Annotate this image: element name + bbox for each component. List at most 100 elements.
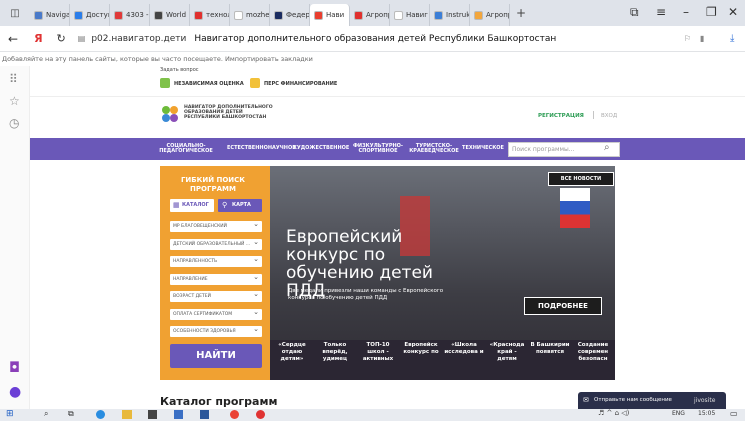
independent-rating-link[interactable]: НЕЗАВИСИМАЯ ОЦЕНКА <box>174 81 244 87</box>
nav-art[interactable]: ХУДОЖЕСТВЕННОЕ <box>293 146 349 151</box>
browser-tab[interactable]: World <box>150 4 190 26</box>
chrome-icon[interactable] <box>230 410 239 419</box>
collections-icon[interactable]: ⧉ <box>630 5 639 20</box>
address-bar: ← Я ↻ ▤ p02.навигатор.дети Навигатор доп… <box>0 26 745 52</box>
more-button[interactable]: ПОДРОБНЕЕ <box>524 297 602 315</box>
separator: | <box>592 110 595 119</box>
calculator-icon[interactable] <box>174 410 183 419</box>
browser-tab[interactable]: Нави <box>310 4 350 26</box>
news-strip-item[interactable]: «Сердце отдаю детям» <box>272 342 312 378</box>
back-icon[interactable]: ← <box>8 32 18 46</box>
browser-tabbar: ◫ Naviga Доступ 4303 - World технол mozhe Феде… <box>0 0 745 26</box>
tab-label: World <box>166 11 187 19</box>
browser-tab[interactable]: Агропр <box>350 4 390 26</box>
map-pin-icon: ⚲ <box>222 201 228 209</box>
tab-favicon-icon <box>34 10 43 20</box>
browser-tab[interactable]: Агропр <box>470 4 510 26</box>
minimize-icon[interactable]: – <box>683 5 689 19</box>
menu-icon[interactable]: ≡ <box>656 5 666 19</box>
catalog-heading: Каталог программ <box>160 395 278 408</box>
tab-label: Навиг <box>406 11 428 19</box>
clock[interactable]: 15:05 <box>698 410 715 417</box>
catalog-label: КАТАЛОГ <box>182 202 209 208</box>
nav-technical[interactable]: ТЕХНИЧЕСКОЕ <box>462 146 504 151</box>
download-icon[interactable]: ⤓ <box>730 33 734 44</box>
map-label: КАРТА <box>232 202 251 208</box>
browser-tab[interactable]: Instruk <box>430 4 470 26</box>
task-view-icon[interactable]: ⧉ <box>68 409 74 419</box>
nav-natural-science[interactable]: ЕСТЕСТВЕННОНАУЧНОЕ <box>227 146 296 151</box>
financing-link[interactable]: ПЕРС ФИНАНСИРОВАНИЕ <box>264 81 337 87</box>
url-text[interactable]: p02.навигатор.дети <box>91 34 186 44</box>
logo-icon[interactable] <box>160 104 180 124</box>
edge-icon[interactable] <box>96 410 105 419</box>
browser-tab[interactable]: mozhe <box>230 4 270 26</box>
filter-select[interactable]: НАПРАВЛЕННОСТЬ ⌄ <box>170 255 262 267</box>
news-strip-item[interactable]: Создание современ безопасн <box>573 342 613 378</box>
apps-grid-icon[interactable]: ⠿ <box>9 72 18 86</box>
all-news-button[interactable]: ВСЕ НОВОСТИ <box>548 172 614 186</box>
tab-favicon-icon <box>394 10 403 20</box>
history-clock-icon[interactable]: ◷ <box>9 116 19 130</box>
search-taskbar-icon[interactable]: ⌕ <box>44 409 48 419</box>
browser-tab[interactable]: Федер <box>270 4 310 26</box>
news-strip-item[interactable]: «Школа исследова и <box>444 342 484 378</box>
word-icon[interactable] <box>200 410 209 419</box>
catalog-button[interactable]: ▦ КАТАЛОГ <box>170 199 214 212</box>
news-strip-item[interactable]: В Башкирии появятся <box>530 342 570 378</box>
filter-select[interactable]: ВОЗРАСТ ДЕТЕЙ ⌄ <box>170 290 262 302</box>
explorer-icon[interactable] <box>122 410 132 419</box>
favorites-star-icon[interactable]: ☆ <box>9 94 20 108</box>
tab-favicon-icon <box>234 10 243 20</box>
filter-select[interactable]: ОПЛАТА СЕРТИФИКАТОМ ⌄ <box>170 308 262 320</box>
system-tray-icons[interactable]: ♬ ^ ⌂ ◁) <box>598 409 629 417</box>
windows-start-icon[interactable]: ⊞ <box>6 409 14 419</box>
windows-taskbar: ⊞ ⌕ ⧉ ♬ ^ ⌂ ◁) ENG 15:05 ▭ <box>0 409 745 421</box>
browser-tab[interactable]: Навиг <box>390 4 430 26</box>
maximize-icon[interactable]: ❐ <box>706 5 717 19</box>
close-window-icon[interactable]: ✕ <box>728 5 738 19</box>
lock-icon: ▤ <box>77 34 86 43</box>
language-indicator[interactable]: ENG <box>672 410 685 417</box>
register-link[interactable]: РЕГИСТРАЦИЯ <box>538 113 584 119</box>
browser-tab[interactable]: 4303 - <box>110 4 150 26</box>
header-divider <box>30 96 745 97</box>
translate-icon[interactable]: ⚐ <box>684 34 691 43</box>
search-icon[interactable]: ⌕ <box>604 142 610 153</box>
chevron-down-icon: ⌄ <box>253 255 259 263</box>
yandex-browser-icon[interactable] <box>256 410 265 419</box>
tab-list-icon[interactable]: ◫ <box>0 0 30 26</box>
yandex-logo-icon[interactable]: Я <box>34 32 42 45</box>
browser-tab[interactable]: Naviga <box>30 4 70 26</box>
alice-voice-icon[interactable]: ● <box>9 384 21 400</box>
browser-tab[interactable]: Доступ <box>70 4 110 26</box>
alice-app-icon[interactable]: ◘ <box>9 360 20 376</box>
nav-tourism[interactable]: ТУРИСТСКО-КРАЕВЕДЧЕСКОЕ <box>408 144 460 154</box>
login-link[interactable]: ВХОД <box>601 113 617 119</box>
news-strip-item[interactable]: «Краснода край - детям <box>487 342 527 378</box>
news-strip-item[interactable]: Европейск конкурс по <box>401 342 441 378</box>
browser-tab[interactable]: технол <box>190 4 230 26</box>
new-tab-button[interactable]: + <box>516 6 526 20</box>
find-button[interactable]: НАЙТИ <box>170 344 262 368</box>
filter-select[interactable]: МР БЛАГОВЕЩЕНСКИЙ ⌄ <box>170 220 262 232</box>
nav-sport[interactable]: ФИЗКУЛЬТУРНО-СПОРТИВНОЕ <box>350 144 406 154</box>
reload-icon[interactable]: ↻ <box>57 32 66 45</box>
news-strip-item[interactable]: Только вперёд, удимец <box>315 342 355 378</box>
filter-select[interactable]: ОСОБЕННОСТИ ЗДОРОВЬЯ ⌄ <box>170 325 262 337</box>
flag-decoration <box>560 188 590 228</box>
filter-select[interactable]: ДЕТСКИЙ ОБРАЗОВАТЕЛЬНЫЙ ... ⌄ <box>170 238 262 250</box>
tab-label: 4303 - <box>126 11 149 19</box>
news-strip-item[interactable]: ТОП-10 школ - активных <box>358 342 398 378</box>
filter-label: ОПЛАТА СЕРТИФИКАТОМ <box>173 311 233 317</box>
chat-widget[interactable]: ✉ Отправьте нам сообщение jivosite <box>578 392 726 409</box>
store-icon[interactable] <box>148 410 157 419</box>
nav-social-pedagogical[interactable]: СОЦИАЛЬНО-ПЕДАГОГИЧЕСКОЕ <box>158 144 214 154</box>
tab-favicon-icon <box>474 10 483 20</box>
bookmark-icon[interactable]: ▮ <box>700 34 704 43</box>
notifications-icon[interactable]: ▭ <box>730 409 738 418</box>
filter-label: НАПРАВЛЕННОСТЬ <box>173 259 218 264</box>
filter-select[interactable]: НАПРАВЛЕНИЕ ⌄ <box>170 273 262 285</box>
map-button[interactable]: ⚲ КАРТА <box>218 199 262 212</box>
ask-question-link[interactable]: Задать вопрос <box>160 67 199 73</box>
